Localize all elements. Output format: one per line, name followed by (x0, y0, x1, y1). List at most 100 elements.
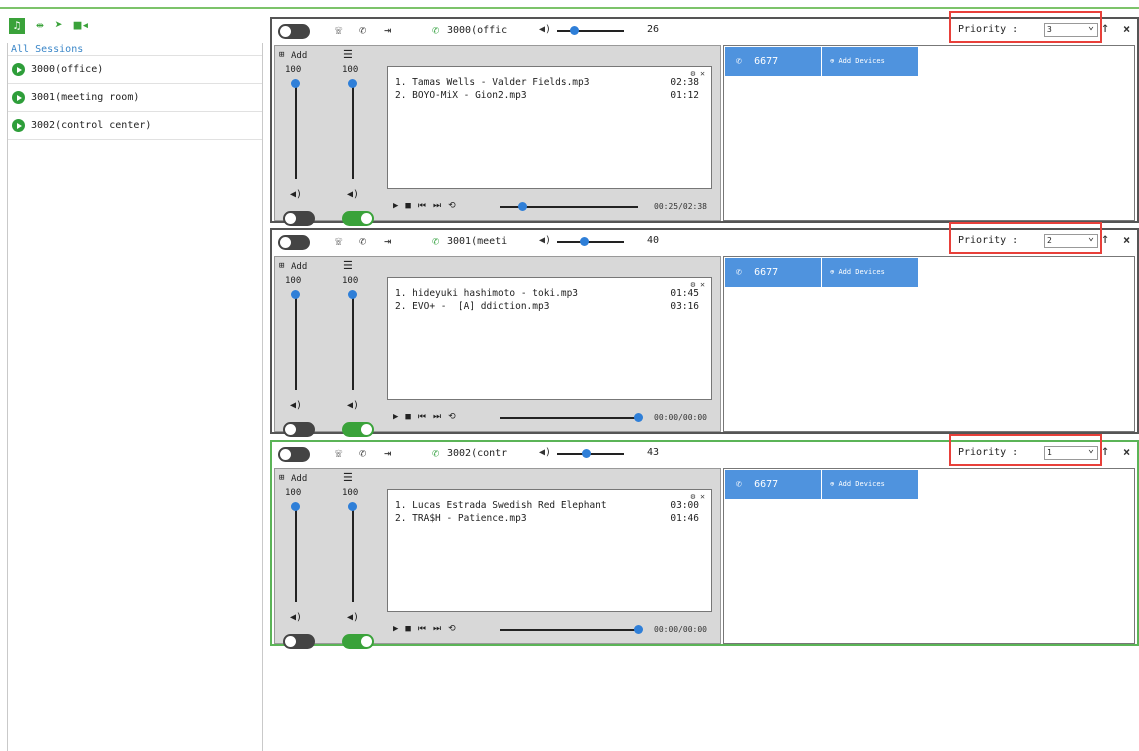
track-item[interactable]: 2. BOYO-MiX - Gion2.mp3 (395, 90, 527, 102)
close-icon[interactable]: × (1123, 22, 1130, 36)
session-volume-knob[interactable] (570, 26, 580, 35)
next-icon[interactable]: ⏭ (433, 624, 441, 634)
close-icon[interactable]: × (1123, 233, 1130, 247)
add-box-icon[interactable]: ⊞ (279, 261, 284, 271)
previous-icon[interactable]: ⏮ (418, 201, 426, 211)
mic-volume-knob[interactable] (291, 502, 300, 511)
progress-knob[interactable] (634, 413, 643, 422)
add-devices-label: Add Devices (838, 268, 885, 276)
session-toggle[interactable] (278, 235, 310, 250)
music-volume-knob[interactable] (348, 79, 357, 88)
sidebar-item-meeting-room[interactable]: 3001(meeting room) (8, 84, 262, 112)
phone-icon: ✆ (432, 234, 440, 248)
session-volume-value: 26 (647, 24, 660, 35)
track-item[interactable]: 2. TRA$H - Patience.mp3 (395, 513, 527, 525)
repeat-icon[interactable]: ⟲ (448, 201, 456, 211)
stop-icon[interactable]: ■ (405, 201, 410, 211)
previous-icon[interactable]: ⏮ (418, 412, 426, 422)
track-item[interactable]: 2. EVO+ - [A] ddiction.mp3 (395, 301, 549, 313)
session-volume-knob[interactable] (579, 237, 589, 246)
mic-volume-slider[interactable] (295, 504, 297, 602)
repeat-icon[interactable]: ⟲ (448, 412, 456, 422)
device-button[interactable]: ✆ 6677 (725, 47, 821, 76)
add-devices-button[interactable]: ⊕ Add Devices (822, 470, 918, 499)
mic-toggle[interactable] (283, 634, 315, 649)
music-toggle[interactable] (342, 211, 374, 226)
mic-volume-slider[interactable] (295, 292, 297, 390)
session-volume-slider[interactable] (557, 30, 624, 32)
call-icon[interactable]: ✆ (359, 23, 366, 37)
playlist-icon[interactable]: ☰ (343, 48, 353, 61)
location-icon[interactable]: ➤ (55, 19, 63, 33)
mic-toggle[interactable] (283, 422, 315, 437)
add-box-icon[interactable]: ⊞ (279, 473, 284, 483)
play-icon[interactable] (12, 91, 25, 104)
sidebar-item-control-center[interactable]: 3002(control center) (8, 112, 262, 140)
music-volume-slider[interactable] (352, 81, 354, 179)
stop-icon[interactable]: ■ (405, 412, 410, 422)
move-up-icon[interactable]: ↑ (1101, 232, 1109, 246)
next-icon[interactable]: ⏭ (433, 201, 441, 211)
network-icon[interactable]: ⇹ (36, 19, 44, 33)
intercom-icon[interactable]: ☏ (335, 23, 342, 37)
device-button[interactable]: ✆ 6677 (725, 470, 821, 499)
session-volume-knob[interactable] (581, 449, 591, 458)
move-up-icon[interactable]: ↑ (1101, 444, 1109, 458)
device-button[interactable]: ✆ 6677 (725, 258, 821, 287)
progress-knob[interactable] (518, 202, 528, 211)
sidebar-item-office[interactable]: 3000(office) (8, 56, 262, 84)
music-volume-knob[interactable] (348, 502, 357, 511)
music-volume-knob[interactable] (348, 290, 357, 299)
add-label[interactable]: Add (291, 474, 307, 484)
progress-knob[interactable] (634, 625, 643, 634)
track-item[interactable]: 1. Lucas Estrada Swedish Red Elephant (395, 500, 607, 512)
previous-icon[interactable]: ⏮ (418, 624, 426, 634)
intercom-icon[interactable]: ☏ (335, 446, 342, 460)
close-icon[interactable]: × (1123, 445, 1130, 459)
repeat-icon[interactable]: ⟲ (448, 624, 456, 634)
play-icon[interactable] (12, 63, 25, 76)
call-icon[interactable]: ✆ (359, 234, 366, 248)
mic-volume-knob[interactable] (291, 290, 300, 299)
playlist-icon[interactable]: ☰ (343, 259, 353, 272)
music-toggle[interactable] (342, 422, 374, 437)
exit-icon[interactable]: ⇥ (384, 234, 391, 248)
mic-volume-slider[interactable] (295, 81, 297, 179)
mic-toggle[interactable] (283, 211, 315, 226)
stop-icon[interactable]: ■ (405, 624, 410, 634)
call-icon[interactable]: ✆ (359, 446, 366, 460)
progress-slider[interactable] (500, 417, 638, 419)
mic-volume-knob[interactable] (291, 79, 300, 88)
music-volume-slider[interactable] (352, 504, 354, 602)
music-volume-value: 100 (342, 488, 359, 498)
track-item[interactable]: 1. Tamas Wells - Valder Fields.mp3 (395, 77, 589, 89)
sidebar-header[interactable]: All Sessions (8, 43, 262, 56)
music-volume-slider[interactable] (352, 292, 354, 390)
move-up-icon[interactable]: ↑ (1101, 21, 1109, 35)
session-toggle[interactable] (278, 447, 310, 462)
session-toggle[interactable] (278, 24, 310, 39)
exit-icon[interactable]: ⇥ (384, 23, 391, 37)
progress-slider[interactable] (500, 629, 638, 631)
play-icon[interactable]: ▶ (393, 412, 398, 422)
music-player: ⊞ Add 100 ◀) ☰ 100 ◀) ⚙ ✕ 1. hideyuki ha… (274, 256, 721, 437)
music-toggle[interactable] (342, 634, 374, 649)
track-item[interactable]: 1. hideyuki hashimoto - toki.mp3 (395, 288, 578, 300)
speaker-icon: ◀) (347, 400, 360, 411)
play-icon[interactable]: ▶ (393, 624, 398, 634)
progress-time: 00:25/02:38 (654, 202, 707, 211)
add-box-icon[interactable]: ⊞ (279, 50, 284, 60)
play-icon[interactable] (12, 119, 25, 132)
app-icon[interactable]: ♫ (9, 18, 25, 34)
session-volume-slider[interactable] (557, 241, 624, 243)
playlist-icon[interactable]: ☰ (343, 471, 353, 484)
exit-icon[interactable]: ⇥ (384, 446, 391, 460)
next-icon[interactable]: ⏭ (433, 412, 441, 422)
add-devices-button[interactable]: ⊕ Add Devices (822, 47, 918, 76)
intercom-icon[interactable]: ☏ (335, 234, 342, 248)
video-icon[interactable]: ■◂ (74, 19, 90, 33)
play-icon[interactable]: ▶ (393, 201, 398, 211)
add-devices-button[interactable]: ⊕ Add Devices (822, 258, 918, 287)
add-label[interactable]: Add (291, 51, 307, 61)
add-label[interactable]: Add (291, 262, 307, 272)
